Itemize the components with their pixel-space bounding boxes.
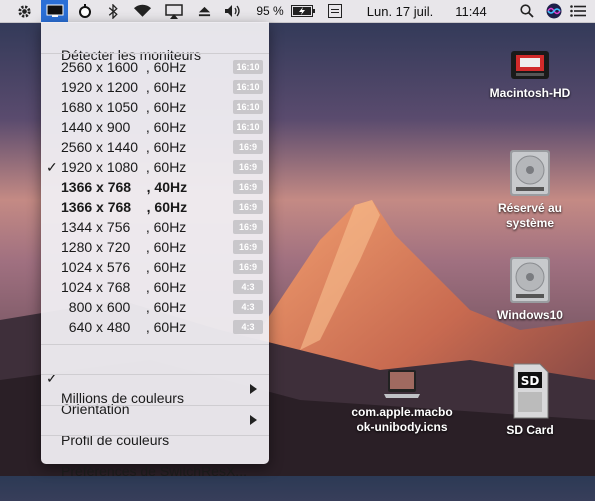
- resolution-item[interactable]: 800 x 600 , 60Hz 4:3: [41, 297, 269, 317]
- aspect-ratio-badge: 16:9: [233, 220, 263, 234]
- airplay-icon[interactable]: [162, 0, 186, 22]
- aspect-ratio-badge: 4:3: [233, 320, 263, 334]
- resolution-item[interactable]: 1366 x 768 , 60Hz 16:9: [41, 197, 269, 217]
- resolution-label: 1344 x 756 , 60Hz: [61, 219, 187, 235]
- desktop-icon-reserve-systeme[interactable]: Réservé au système: [478, 148, 582, 231]
- resolution-label: 2560 x 1600 , 60Hz: [61, 59, 187, 75]
- aspect-ratio-badge: 16:10: [233, 80, 263, 94]
- menubar-date[interactable]: Lun. 17 juil.: [356, 0, 444, 22]
- battery-percent[interactable]: 95 %: [252, 0, 288, 22]
- desktop-icon-sd-card[interactable]: SD SD Card: [478, 362, 582, 438]
- aspect-ratio-badge: 16:9: [233, 140, 263, 154]
- resolution-label: 2560 x 1440 , 60Hz: [61, 139, 187, 155]
- desktop-icon-macbook-icns[interactable]: com.apple.macbo ok-unibody.icns: [344, 366, 460, 435]
- menubar-time[interactable]: 11:44: [451, 0, 491, 22]
- desktop-icon-macintosh-hd[interactable]: Macintosh-HD: [478, 45, 582, 101]
- aspect-ratio-badge: 16:9: [233, 160, 263, 174]
- resolution-item[interactable]: 2560 x 1440 , 60Hz 16:9: [41, 137, 269, 157]
- wifi-icon[interactable]: [130, 0, 154, 22]
- aspect-ratio-badge: 16:10: [233, 120, 263, 134]
- eject-icon[interactable]: [195, 0, 213, 22]
- submenu-arrow-icon: [250, 384, 257, 394]
- hard-drive-icon: [510, 150, 550, 196]
- menu-separator: [41, 435, 269, 436]
- resolution-item[interactable]: 1366 x 768 , 40Hz 16:9: [41, 177, 269, 197]
- aspect-ratio-badge: 16:9: [233, 200, 263, 214]
- menu-separator: [41, 344, 269, 345]
- desktop-icon-label: Réservé au système: [497, 201, 563, 230]
- resolution-label: 1024 x 768 , 60Hz: [61, 279, 187, 295]
- resolution-item[interactable]: ✓ 1920 x 1080 , 60Hz 16:9: [41, 157, 269, 177]
- resolution-label: 1280 x 720 , 60Hz: [61, 239, 187, 255]
- resolution-label: 1920 x 1200 , 60Hz: [61, 79, 187, 95]
- color-profile-item[interactable]: Profil de couleurs: [41, 410, 269, 448]
- menu-separator: [41, 53, 269, 54]
- aspect-ratio-badge: 16:9: [233, 240, 263, 254]
- preferences-item[interactable]: Préférences de SwitchResX...: [41, 441, 269, 479]
- gear-icon[interactable]: [14, 0, 34, 22]
- battery-icon[interactable]: [290, 0, 316, 22]
- resolution-item[interactable]: 1920 x 1200 , 60Hz 16:10: [41, 77, 269, 97]
- detect-monitors-item[interactable]: Détecter les moniteurs: [41, 25, 269, 63]
- resolution-label: 800 x 600 , 60Hz: [61, 299, 187, 315]
- orientation-item[interactable]: Orientation: [41, 379, 269, 417]
- desktop-icon-label: SD Card: [506, 423, 554, 437]
- macbook-icon: [384, 370, 420, 398]
- resolution-label: 1024 x 576 , 60Hz: [61, 259, 187, 275]
- resolution-label: 1440 x 900 , 60Hz: [61, 119, 187, 135]
- menu-separator: [41, 405, 269, 406]
- resolution-label: 1366 x 768 , 60Hz: [61, 199, 188, 215]
- volume-icon[interactable]: [222, 0, 244, 22]
- notification-center-icon[interactable]: [566, 0, 590, 22]
- resolution-item[interactable]: 1024 x 768 , 60Hz 4:3: [41, 277, 269, 297]
- external-drive-icon: [511, 51, 549, 79]
- aspect-ratio-badge: 16:9: [233, 180, 263, 194]
- resolution-label: 640 x 480 , 60Hz: [61, 319, 187, 335]
- stopwatch-icon[interactable]: [74, 0, 96, 22]
- resolution-item[interactable]: 1344 x 756 , 60Hz 16:9: [41, 217, 269, 237]
- desktop-icon-label: Windows10: [497, 308, 563, 322]
- millions-of-colors-item[interactable]: ✓ Millions de couleurs: [41, 348, 269, 406]
- aspect-ratio-badge: 16:10: [233, 60, 263, 74]
- hard-drive-icon: [510, 257, 550, 303]
- desktop-icon-label-line1: com.apple.macbo: [351, 405, 453, 419]
- aspect-ratio-badge: 4:3: [233, 280, 263, 294]
- resolution-item[interactable]: 1680 x 1050 , 60Hz 16:10: [41, 97, 269, 117]
- bluetooth-icon[interactable]: [104, 0, 122, 22]
- checkmark-icon: ✓: [46, 159, 58, 175]
- menu-separator: [41, 374, 269, 375]
- aspect-ratio-badge: 16:10: [233, 100, 263, 114]
- aspect-ratio-badge: 16:9: [233, 260, 263, 274]
- keyboard-icon[interactable]: [325, 0, 345, 22]
- desktop-icon-label: Macintosh-HD: [489, 86, 571, 100]
- resolution-item[interactable]: 1440 x 900 , 60Hz 16:10: [41, 117, 269, 137]
- resolution-item[interactable]: 1280 x 720 , 60Hz 16:9: [41, 237, 269, 257]
- resolution-label: 1366 x 768 , 40Hz: [61, 179, 188, 195]
- desktop-icon-windows10[interactable]: Windows10: [478, 255, 582, 323]
- menu-bar: 95 % Lun. 17 juil. 11:44: [0, 0, 595, 23]
- resolution-label: 1920 x 1080 , 60Hz: [61, 159, 187, 175]
- switchresx-menu: Détecter les moniteurs 2560 x 1600 , 60H…: [41, 22, 269, 479]
- siri-icon[interactable]: [543, 0, 565, 22]
- resolution-item[interactable]: 640 x 480 , 60Hz 4:3: [41, 317, 269, 337]
- resolution-item[interactable]: 2560 x 1600 , 60Hz 16:10: [41, 57, 269, 77]
- monitor-icon[interactable]: [41, 0, 68, 22]
- resolution-item[interactable]: 1024 x 576 , 60Hz 16:9: [41, 257, 269, 277]
- aspect-ratio-badge: 4:3: [233, 300, 263, 314]
- desktop-icon-label-line2: ok-unibody.icns: [356, 420, 448, 434]
- resolution-label: 1680 x 1050 , 60Hz: [61, 99, 187, 115]
- spotlight-search-icon[interactable]: [517, 0, 537, 22]
- preferences-label: Préférences de SwitchResX...: [61, 463, 247, 479]
- sd-card-icon: SD: [513, 363, 549, 419]
- svg-text:SD: SD: [521, 374, 540, 388]
- submenu-arrow-icon: [250, 415, 257, 425]
